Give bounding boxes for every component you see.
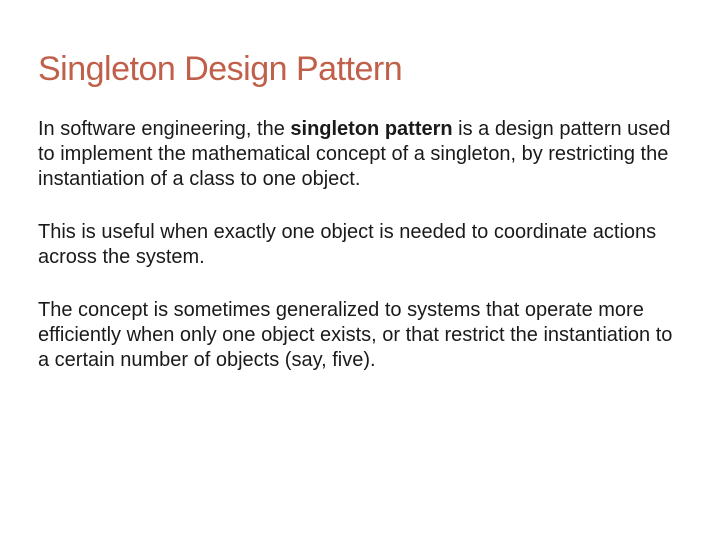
slide-title: Singleton Design Pattern <box>38 50 682 89</box>
para1-bold: singleton pattern <box>290 118 452 140</box>
paragraph-3: The concept is sometimes generalized to … <box>38 298 682 373</box>
paragraph-1: In software engineering, the singleton p… <box>38 117 682 192</box>
para1-pre: In software engineering, the <box>38 118 290 140</box>
paragraph-2: This is useful when exactly one object i… <box>38 220 682 270</box>
